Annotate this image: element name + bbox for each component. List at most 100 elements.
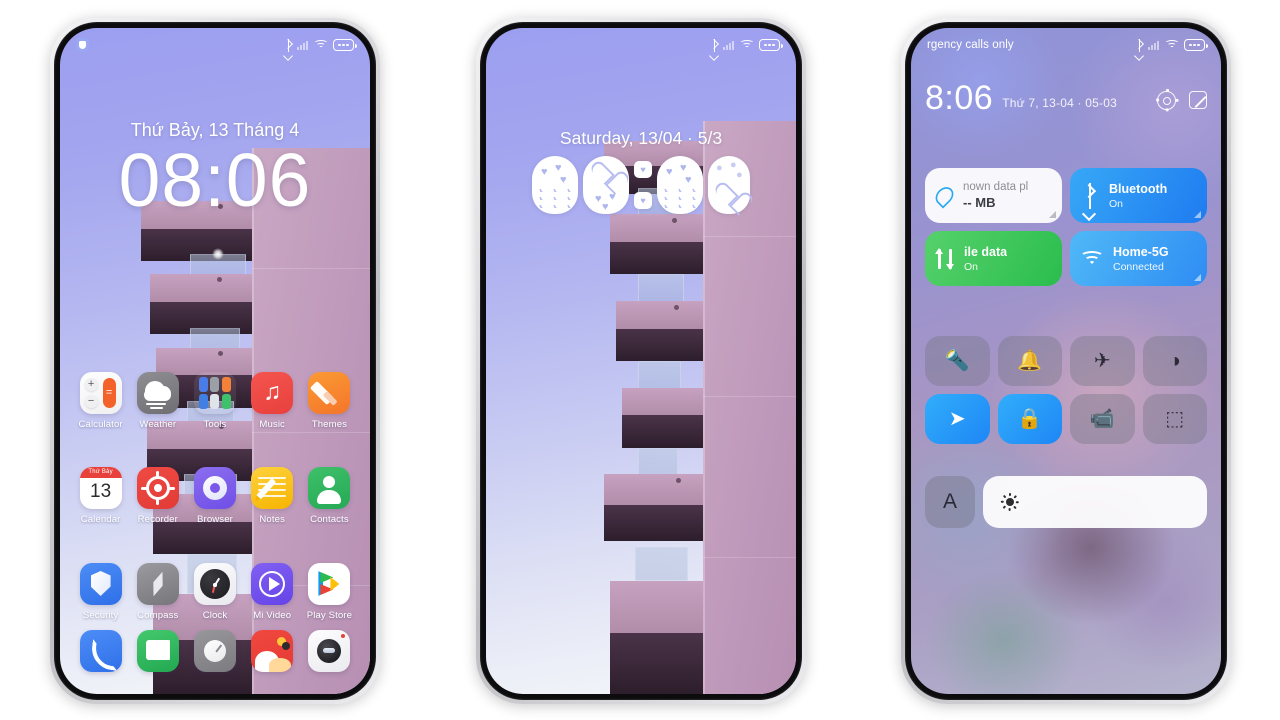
phone-1-bezel: Thứ Bảy, 13 Tháng 4 08:06 +− Calculator … — [54, 22, 376, 700]
gallery-icon[interactable] — [251, 630, 294, 672]
auto-brightness-button[interactable]: A — [925, 476, 975, 528]
app-clock[interactable]: Clock — [186, 563, 243, 621]
balcony — [610, 580, 703, 694]
app-label: Contacts — [310, 514, 349, 525]
phone-3-frame: rgency calls only 8:06 Thứ 7, 13-04 · 05… — [901, 18, 1231, 704]
bluetooth-icon — [1080, 182, 1100, 222]
app-notes[interactable]: Notes — [244, 467, 301, 525]
app-label: Browser — [197, 514, 233, 525]
tile-bluetooth[interactable]: Bluetooth On — [1070, 168, 1207, 223]
location-icon: ➤ — [948, 408, 966, 430]
bluetooth-icon — [1135, 38, 1143, 52]
app-label: Compass — [137, 610, 179, 621]
phone-3-screen[interactable]: rgency calls only 8:06 Thứ 7, 13-04 · 05… — [911, 28, 1221, 694]
lockscreen-date: Saturday, 13/04 · 5/3 — [559, 128, 723, 148]
app-label: Notes — [259, 514, 285, 525]
tile-mobile-data[interactable]: ile data On — [925, 231, 1062, 286]
shield-icon — [76, 38, 89, 52]
recorder-icon — [136, 467, 179, 509]
app-grid-row-3: Security Compass Clock Mi Video Play Sto… — [60, 563, 370, 621]
clock-digit-0: ♥ ♥ ♥ — [532, 156, 578, 214]
lockscreen-time: 08:06 — [118, 138, 312, 222]
app-label: Play Store — [306, 610, 353, 621]
clock-date: Thứ 7, 13-04 · 05-03 — [1002, 96, 1117, 111]
tile-title: Home-5G — [1113, 244, 1169, 259]
battery-icon — [333, 39, 357, 51]
app-calendar[interactable]: Thứ Bảy 13 Calendar — [72, 467, 129, 525]
three-phone-showcase: Thứ Bảy, 13 Tháng 4 08:06 +− Calculator … — [0, 0, 1280, 720]
brightness-slider[interactable] — [983, 476, 1207, 528]
tile-subtitle: On — [964, 260, 979, 273]
tile-subtitle: Connected — [1113, 260, 1164, 273]
tile-auto-rotate[interactable]: 🔒 — [997, 394, 1062, 444]
calendar-weekday: Thứ Bảy — [79, 467, 122, 478]
phone-2-screen[interactable]: Saturday, 13/04 · 5/3 ♥ ♥ ♥ ♥ ♥ ♥ ♥ ♥ ♥ … — [486, 28, 796, 694]
edit-icon[interactable] — [1189, 91, 1207, 110]
app-label: Themes — [311, 419, 348, 430]
phone-1-frame: Thứ Bảy, 13 Tháng 4 08:06 +− Calculator … — [50, 18, 380, 704]
security-icon — [79, 563, 122, 605]
messages-icon[interactable] — [136, 630, 179, 672]
brightness-row: A — [925, 476, 1207, 528]
app-weather[interactable]: Weather — [129, 372, 186, 430]
gear-icon[interactable] — [1156, 88, 1179, 112]
clock-digit-0-2: ♥ ♥ ♥ — [657, 156, 703, 214]
phone-3-bezel: rgency calls only 8:06 Thứ 7, 13-04 · 05… — [905, 22, 1227, 700]
app-label: Weather — [139, 419, 177, 430]
dark-mode-icon: ◑ — [1168, 350, 1181, 372]
carrier-label: rgency calls only — [927, 39, 1014, 51]
balcony — [603, 474, 703, 541]
app-label: Mi Video — [253, 610, 292, 621]
app-contacts[interactable]: Contacts — [301, 467, 358, 525]
tile-dark-mode[interactable]: ◑ — [1142, 336, 1207, 386]
rotate-lock-icon: 🔒 — [1017, 408, 1043, 430]
settings-icon[interactable] — [193, 630, 236, 672]
phone-1-screen[interactable]: Thứ Bảy, 13 Tháng 4 08:06 +− Calculator … — [60, 28, 370, 694]
bluetooth-icon — [284, 38, 292, 52]
app-mi-video[interactable]: Mi Video — [244, 563, 301, 621]
app-label: Recorder — [137, 514, 178, 525]
compass-icon — [136, 563, 179, 605]
phone-icon[interactable] — [79, 630, 122, 672]
wifi-icon — [313, 39, 328, 51]
app-label: Music — [259, 419, 285, 430]
app-browser[interactable]: Browser — [186, 467, 243, 525]
airplane-icon: ✈ — [1093, 350, 1111, 372]
balcony — [622, 387, 703, 448]
clock-digit-8: ♥ ♥ ♥ — [583, 156, 629, 214]
music-icon — [251, 372, 294, 414]
clock-time[interactable]: 8:06 — [925, 81, 993, 115]
tile-airplane-mode[interactable]: ✈ — [1070, 336, 1135, 386]
tile-screenshot[interactable]: ⬚ — [1142, 394, 1207, 444]
bluetooth-icon — [710, 38, 718, 52]
data-drop-icon — [935, 184, 954, 208]
expand-corner-icon[interactable] — [1194, 211, 1201, 218]
app-security[interactable]: Security — [72, 563, 129, 621]
app-play-store[interactable]: Play Store — [301, 563, 358, 621]
signal-icon — [723, 40, 734, 50]
expand-corner-icon[interactable] — [1194, 274, 1201, 281]
wifi-icon — [1164, 39, 1179, 51]
tile-location[interactable]: ➤ — [925, 394, 990, 444]
app-compass[interactable]: Compass — [129, 563, 186, 621]
tile-screen-recorder[interactable]: 📹 — [1070, 394, 1135, 444]
expand-corner-icon[interactable] — [1049, 211, 1056, 218]
battery-icon — [759, 39, 783, 51]
lens-flare — [212, 247, 225, 260]
tile-title: ile data — [964, 244, 1008, 259]
app-recorder[interactable]: Recorder — [129, 467, 186, 525]
tile-flashlight[interactable]: 🔦 — [925, 336, 990, 386]
signal-icon — [297, 40, 308, 50]
app-tools-folder[interactable]: Tools — [186, 372, 243, 430]
app-music[interactable]: Music — [244, 372, 301, 430]
tile-ringer[interactable]: 🔔 — [997, 336, 1062, 386]
control-center-header: 8:06 Thứ 7, 13-04 · 05-03 — [911, 68, 1221, 115]
quick-settings-small-tiles: 🔦 🔔 ✈ ◑ ➤ 🔒 📹 ⬚ — [925, 336, 1207, 444]
app-calculator[interactable]: +− Calculator — [72, 372, 129, 430]
app-themes[interactable]: Themes — [301, 372, 358, 430]
tile-wifi[interactable]: Home-5G Connected — [1070, 231, 1207, 286]
wifi-icon — [739, 39, 754, 51]
signal-icon — [1148, 40, 1159, 50]
camera-icon[interactable] — [308, 630, 351, 672]
tile-data-plan[interactable]: nown data pl -- MB — [925, 168, 1062, 223]
